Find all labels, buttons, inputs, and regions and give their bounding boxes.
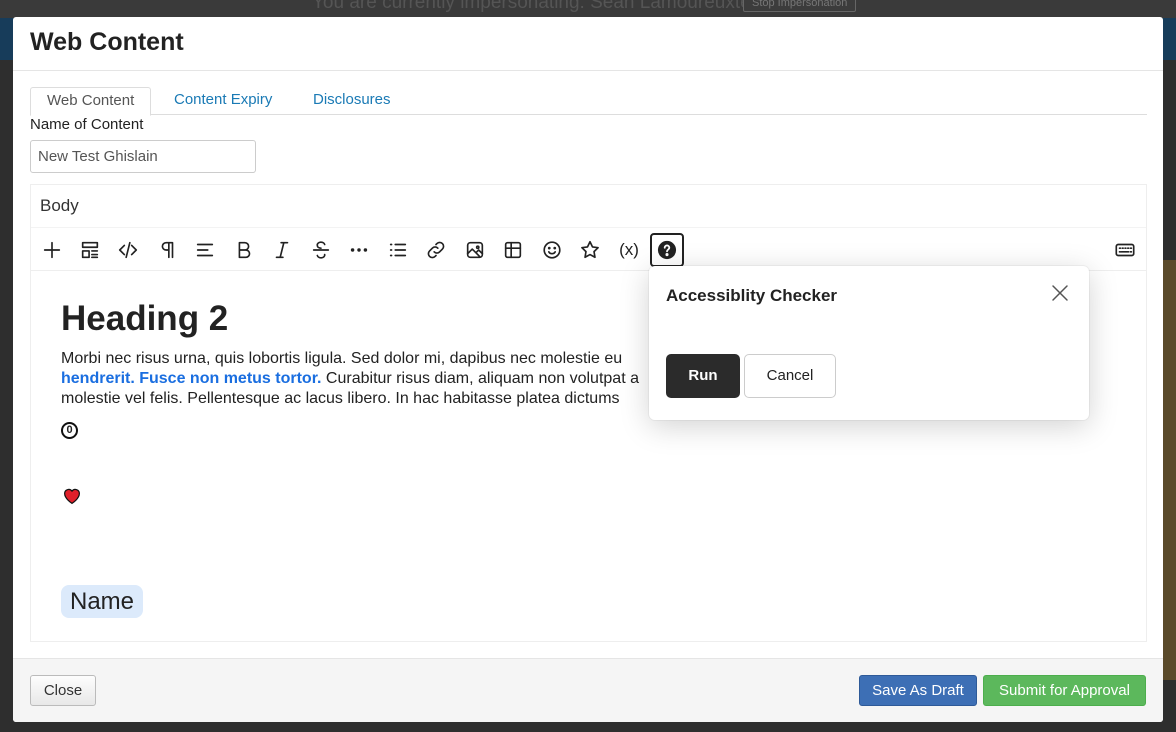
paragraph-text: Morbi nec risus urna, quis lobortis ligu…: [61, 350, 623, 367]
submit-for-approval-button[interactable]: Submit for Approval: [983, 675, 1146, 706]
modal-title: Web Content: [30, 28, 184, 56]
variable-label: (x): [619, 240, 639, 259]
name-chip[interactable]: Name: [61, 585, 144, 618]
strikethrough-icon[interactable]: [304, 233, 338, 267]
paragraph-icon[interactable]: [150, 233, 184, 267]
modal-footer: Close Save As Draft Submit for Approval: [13, 658, 1163, 722]
tab-disclosures[interactable]: Disclosures: [297, 87, 407, 115]
modal-header: Web Content: [13, 17, 1163, 71]
run-button[interactable]: Run: [666, 354, 740, 398]
impersonation-bar: You are currently impersonating: Sean La…: [0, 0, 1176, 18]
content-heading: Heading 2: [61, 299, 229, 338]
popup-title: Accessiblity Checker: [666, 286, 838, 305]
list-icon[interactable]: [381, 233, 415, 267]
variable-icon[interactable]: (x): [612, 233, 646, 267]
table-icon[interactable]: [496, 233, 530, 267]
close-icon[interactable]: [1051, 284, 1069, 302]
name-of-content-label: Name of Content: [30, 116, 144, 133]
template-icon[interactable]: [73, 233, 107, 267]
accessibility-checker-popup: Accessiblity Checker Run Cancel: [649, 266, 1089, 420]
paragraph-link[interactable]: hendrerit. Fusce non metus tortor.: [61, 370, 321, 387]
link-icon[interactable]: [419, 233, 453, 267]
stop-impersonation-button[interactable]: Stop Impersonation: [743, 0, 857, 12]
keyboard-icon[interactable]: [1108, 233, 1142, 267]
editor-toolbar: (x): [31, 227, 1146, 271]
help-icon[interactable]: [650, 233, 684, 267]
heart-icon: [64, 488, 80, 505]
star-icon[interactable]: [573, 233, 607, 267]
paragraph-text: molestie vel felis. Pellentesque ac lacu…: [61, 390, 620, 407]
code-icon[interactable]: [111, 233, 145, 267]
tab-web-content[interactable]: Web Content: [30, 87, 152, 116]
image-icon[interactable]: [458, 233, 492, 267]
save-as-draft-button[interactable]: Save As Draft: [859, 675, 977, 706]
tab-content-expiry[interactable]: Content Expiry: [158, 87, 288, 115]
close-button[interactable]: Close: [30, 675, 96, 706]
body-label: Body: [40, 196, 79, 215]
zero-symbol: 0: [61, 422, 78, 439]
cancel-button[interactable]: Cancel: [744, 354, 836, 398]
paragraph-text: Curabitur risus diam, aliquam non volutp…: [321, 370, 639, 387]
italic-icon[interactable]: [265, 233, 299, 267]
bold-icon[interactable]: [227, 233, 261, 267]
impersonation-text: You are currently impersonating: Sean La…: [312, 0, 766, 13]
plus-icon[interactable]: [35, 233, 69, 267]
tab-bar: Web Content Content Expiry Disclosures: [30, 87, 1147, 116]
name-of-content-input[interactable]: [30, 140, 256, 173]
background-image: [1162, 260, 1176, 680]
more-icon[interactable]: [342, 233, 376, 267]
align-icon[interactable]: [188, 233, 222, 267]
emoji-icon[interactable]: [535, 233, 569, 267]
